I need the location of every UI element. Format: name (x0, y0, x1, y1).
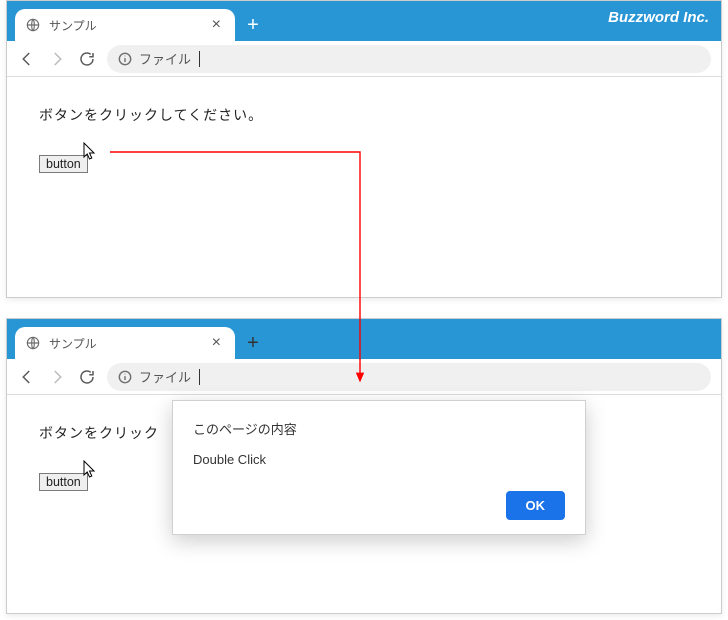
browser-window-top: サンプル × + Buzzword Inc. ファイル ボタンをクリックしてくだ… (6, 0, 722, 298)
brand-label: Buzzword Inc. (608, 9, 709, 26)
browser-tab[interactable]: サンプル × (15, 9, 235, 41)
address-text: ファイル (139, 49, 191, 68)
tab-strip: サンプル × + (7, 319, 721, 359)
back-button[interactable] (17, 367, 37, 387)
ok-button[interactable]: OK (506, 491, 566, 520)
new-tab-button[interactable]: + (239, 11, 267, 39)
tab-title: サンプル (49, 335, 208, 352)
sample-button[interactable]: button (39, 155, 88, 173)
info-icon (117, 51, 133, 67)
text-caret (199, 369, 200, 385)
tab-title: サンプル (49, 17, 208, 34)
tab-strip: サンプル × + Buzzword Inc. (7, 1, 721, 41)
nav-bar: ファイル (7, 41, 721, 77)
new-tab-button[interactable]: + (239, 329, 267, 357)
close-icon[interactable]: × (208, 16, 225, 34)
page-content: ボタンをクリックしてください。 button (7, 77, 721, 201)
reload-button[interactable] (77, 367, 97, 387)
dialog-title: このページの内容 (193, 419, 565, 438)
address-bar[interactable]: ファイル (107, 363, 711, 391)
globe-icon (25, 17, 41, 33)
text-caret (199, 51, 200, 67)
browser-tab[interactable]: サンプル × (15, 327, 235, 359)
nav-bar: ファイル (7, 359, 721, 395)
forward-button[interactable] (47, 49, 67, 69)
sample-button[interactable]: button (39, 473, 88, 491)
address-bar[interactable]: ファイル (107, 45, 711, 73)
dialog-actions: OK (193, 491, 565, 520)
info-icon (117, 369, 133, 385)
alert-dialog: このページの内容 Double Click OK (172, 400, 586, 535)
globe-icon (25, 335, 41, 351)
instruction-text: ボタンをクリックしてください。 (39, 105, 689, 125)
back-button[interactable] (17, 49, 37, 69)
dialog-message: Double Click (193, 452, 565, 467)
forward-button[interactable] (47, 367, 67, 387)
address-text: ファイル (139, 367, 191, 386)
close-icon[interactable]: × (208, 334, 225, 352)
reload-button[interactable] (77, 49, 97, 69)
